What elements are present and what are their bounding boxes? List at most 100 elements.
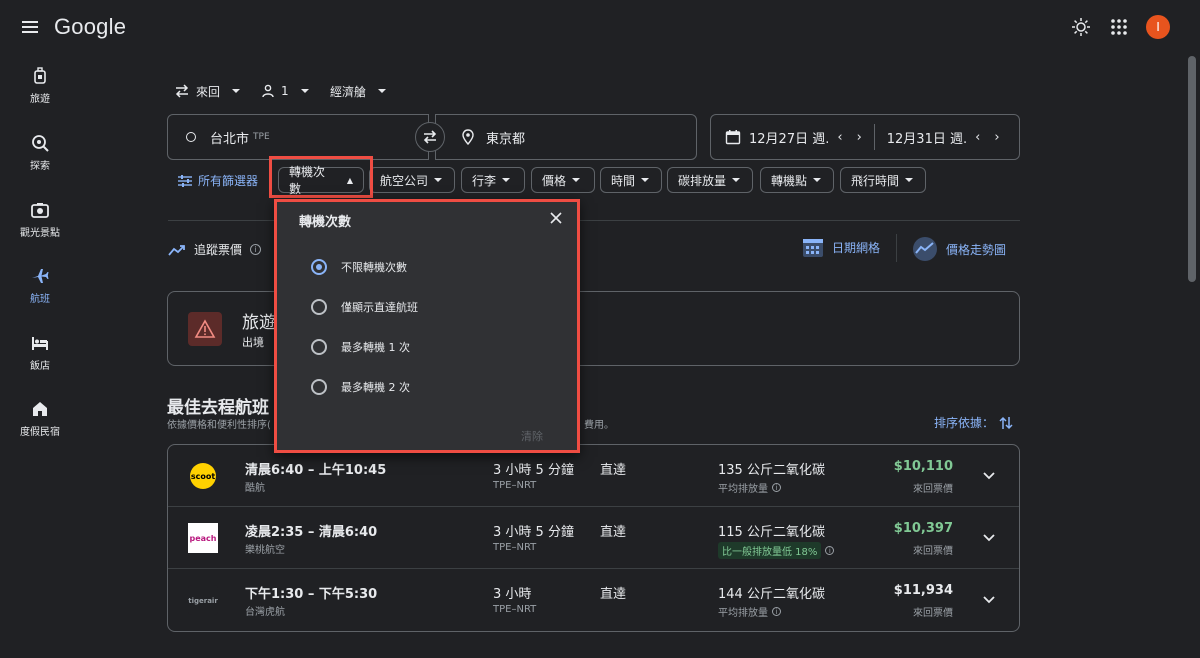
price-graph-label: 價格走勢圖 <box>946 242 1007 257</box>
advisory-title: 旅遊 <box>242 313 276 333</box>
date-grid-label: 日期網格 <box>832 240 881 255</box>
date-separator <box>873 124 875 150</box>
swap-locations-button[interactable] <box>415 122 445 152</box>
price-graph-button[interactable]: 價格走勢圖 <box>912 236 1006 262</box>
info-icon[interactable]: i <box>250 244 262 255</box>
chip-label: 轉機次數 <box>289 165 326 196</box>
radio[interactable] <box>311 379 327 395</box>
sidebar-item-explore[interactable]: 探索 <box>0 133 80 172</box>
return-date[interactable]: 12月31日 週. <box>887 128 967 147</box>
svg-text:tigerair: tigerair <box>188 597 218 605</box>
filter-chip-times[interactable]: 時間 <box>600 167 662 193</box>
chevron-down-icon <box>641 178 650 182</box>
google-logo[interactable]: Google <box>54 14 126 40</box>
filter-chip-emissions[interactable]: 碳排放量 <box>667 167 753 193</box>
flight-emissions: 135 公斤二氧化碳 <box>718 463 825 478</box>
flight-route: TPE–NRT <box>493 480 537 491</box>
expand-chevron-icon[interactable] <box>981 467 997 483</box>
bed-icon <box>30 333 50 353</box>
sidebar-item-hotels[interactable]: 飯店 <box>0 333 80 372</box>
sidebar-item-flights[interactable]: 航班 <box>0 266 80 305</box>
flight-row[interactable]: peach 凌晨2:35 – 清晨6:40 樂桃航空 3 小時 5 分鐘 TPE… <box>168 507 1019 569</box>
filter-chip-price[interactable]: 價格 <box>531 167 595 193</box>
chip-label: 碳排放量 <box>678 173 727 188</box>
sidebar-item-label: 度假民宿 <box>20 427 60 438</box>
results-subtitle: 依據價格和便利性排序( <box>167 420 271 431</box>
flight-route: TPE–NRT <box>493 604 537 615</box>
info-icon[interactable]: i <box>772 607 781 616</box>
page-scrollbar[interactable] <box>1188 56 1196 282</box>
stops-option-two-stops[interactable]: 最多轉機 2 次 <box>311 379 410 395</box>
close-icon[interactable] <box>549 211 563 225</box>
emissions-badge: 比一般排放量低 18% <box>718 542 822 559</box>
apps-grid-icon[interactable] <box>1108 16 1130 38</box>
sidebar-item-attractions[interactable]: 觀光景點 <box>0 200 80 239</box>
flight-row[interactable]: scoot 清晨6:40 – 上午10:45 酷航 3 小時 5 分鐘 TPE–… <box>168 445 1019 507</box>
option-label: 僅顯示直達航班 <box>341 301 418 314</box>
destination-field[interactable]: 東京都 <box>435 114 697 160</box>
main-menu-icon[interactable] <box>20 16 42 38</box>
flight-row[interactable]: tigerair 下午1:30 – 下午5:30 台灣虎航 3 小時 TPE–N… <box>168 569 1019 631</box>
next-date-icon[interactable]: › <box>857 130 862 145</box>
track-prices-toggle[interactable]: 追蹤票價 i <box>168 241 262 258</box>
depart-date[interactable]: 12月27日 週. <box>749 128 829 147</box>
trip-type-label: 來回 <box>196 84 221 99</box>
dates-field[interactable]: 12月27日 週. ‹ › 12月31日 週. ‹ › <box>710 114 1020 160</box>
warning-icon <box>188 312 222 346</box>
chevron-down-icon <box>434 178 443 182</box>
chip-label: 航空公司 <box>380 173 429 188</box>
flight-emissions: 144 公斤二氧化碳 <box>718 587 825 602</box>
next-date-icon[interactable]: › <box>994 130 999 145</box>
camera-icon <box>30 200 50 220</box>
flight-times: 清晨6:40 – 上午10:45 <box>245 463 387 478</box>
sort-by-button[interactable]: 排序依據： <box>934 414 1014 431</box>
expand-chevron-icon[interactable] <box>981 529 997 545</box>
clear-button[interactable]: 清除 <box>521 428 543 444</box>
passengers-select[interactable]: 1 <box>261 80 309 102</box>
flight-stops: 直達 <box>600 463 627 478</box>
radio-selected[interactable] <box>311 259 327 275</box>
date-grid-button[interactable]: 日期網格 <box>802 236 880 258</box>
luggage-icon <box>30 66 50 86</box>
flight-list: scoot 清晨6:40 – 上午10:45 酷航 3 小時 5 分鐘 TPE–… <box>167 444 1020 632</box>
chevron-down-icon <box>732 178 741 182</box>
flight-times: 凌晨2:35 – 清晨6:40 <box>245 525 378 540</box>
chip-label: 時間 <box>611 173 636 188</box>
trending-icon <box>168 244 185 256</box>
stops-option-nonstop[interactable]: 僅顯示直達航班 <box>311 299 418 315</box>
prev-date-icon[interactable]: ‹ <box>975 130 980 145</box>
sidebar-item-label: 旅遊 <box>30 94 50 105</box>
sidebar-item-travel[interactable]: 旅遊 <box>0 66 80 105</box>
trip-type-select[interactable]: 來回 <box>174 80 241 102</box>
prev-date-icon[interactable]: ‹ <box>837 130 842 145</box>
account-avatar[interactable]: I <box>1146 15 1170 39</box>
chevron-up-icon: ▲ <box>346 175 353 185</box>
chip-label: 價格 <box>542 173 567 188</box>
filter-chip-connecting-airports[interactable]: 轉機點 <box>760 167 834 193</box>
sidebar-item-label: 航班 <box>30 294 50 305</box>
radio[interactable] <box>311 299 327 315</box>
theme-toggle-icon[interactable] <box>1070 16 1092 38</box>
chip-label: 飛行時間 <box>851 173 900 188</box>
results-subtitle-tail: 費用。 <box>584 420 614 431</box>
all-filters-button[interactable]: 所有篩選器 <box>178 172 258 189</box>
flight-duration: 3 小時 5 分鐘 <box>493 463 574 478</box>
filter-chip-airlines[interactable]: 航空公司 <box>369 167 455 193</box>
sidebar-item-vacation-rentals[interactable]: 度假民宿 <box>0 399 80 438</box>
cabin-class-select[interactable]: 經濟艙 <box>330 80 387 102</box>
info-icon[interactable]: i <box>825 546 835 555</box>
info-icon[interactable]: i <box>772 483 781 492</box>
chevron-down-icon <box>232 89 241 93</box>
filter-chip-bags[interactable]: 行李 <box>461 167 525 193</box>
stops-option-one-stop[interactable]: 最多轉機 1 次 <box>311 339 410 355</box>
radio[interactable] <box>311 339 327 355</box>
stops-option-any[interactable]: 不限轉機次數 <box>311 259 407 275</box>
expand-chevron-icon[interactable] <box>981 591 997 607</box>
date-grid-icon <box>803 239 823 257</box>
emissions-note-text: 平均排放量 <box>718 608 768 619</box>
filter-chip-duration[interactable]: 飛行時間 <box>840 167 926 193</box>
destination-value: 東京都 <box>486 131 526 147</box>
origin-field[interactable]: 台北市 TPE <box>167 114 429 160</box>
option-label: 最多轉機 2 次 <box>341 381 410 394</box>
filter-chip-stops[interactable]: 轉機次數 ▲ <box>278 165 364 196</box>
